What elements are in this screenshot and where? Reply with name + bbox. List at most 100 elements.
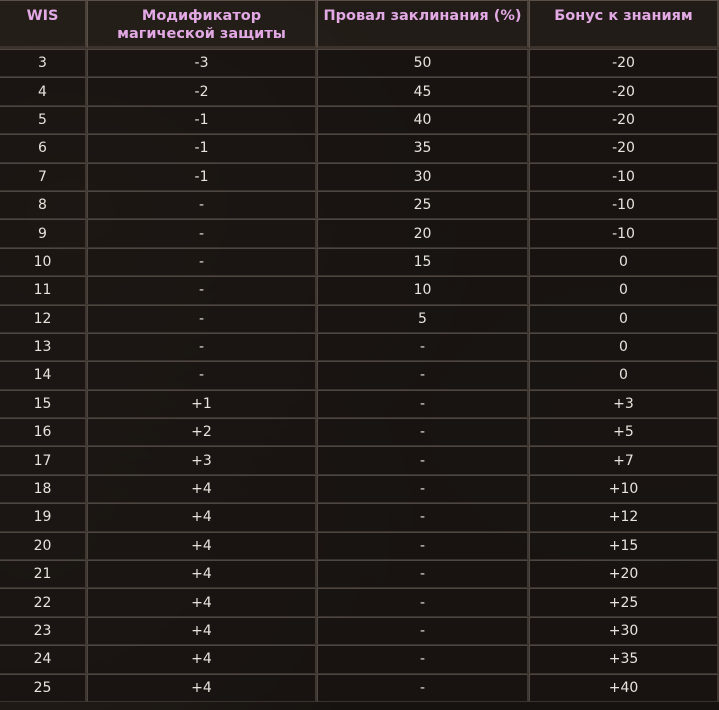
cell-lore-bonus: -10	[529, 219, 719, 248]
table-row: 16 +2- +5	[0, 418, 719, 447]
cell-wis: 9	[0, 219, 87, 248]
cell-wis: 21	[0, 560, 87, 589]
cell-wis: 12	[0, 304, 87, 333]
cell-magic-defense-modifier: -	[87, 190, 317, 220]
table-row: 11-10 0	[0, 276, 719, 305]
cell-lore-bonus: -10	[529, 190, 719, 220]
cell-wis: 25	[0, 673, 87, 702]
table-row: 12-5 0	[0, 304, 719, 333]
cell-magic-defense-modifier: +4	[87, 503, 317, 532]
table-header: WIS Модификатор магической защиты Провал…	[0, 0, 719, 49]
table-row: 13- -0	[0, 332, 719, 362]
cell-spell-failure: -	[317, 560, 529, 589]
cell-magic-defense-modifier: -	[87, 332, 317, 362]
cell-lore-bonus: +25	[529, 588, 719, 617]
table-row: 24 +4- +35	[0, 645, 719, 674]
cell-spell-failure: -	[317, 503, 529, 532]
cell-spell-failure: 35	[317, 134, 529, 163]
cell-lore-bonus: 0	[529, 332, 719, 362]
table-row: 8-25 -10	[0, 190, 719, 220]
header-lore-bonus: Бонус к знаниям	[529, 0, 719, 49]
cell-magic-defense-modifier: +4	[87, 673, 317, 702]
cell-wis: 23	[0, 616, 87, 646]
cell-magic-defense-modifier: +3	[87, 446, 317, 475]
cell-lore-bonus: 0	[529, 247, 719, 277]
cell-wis: 24	[0, 645, 87, 674]
cell-magic-defense-modifier: -	[87, 247, 317, 277]
cell-lore-bonus: -20	[529, 77, 719, 106]
cell-wis: 4	[0, 77, 87, 106]
cell-magic-defense-modifier: +4	[87, 616, 317, 646]
table-row: 5 -1 40 -20	[0, 105, 719, 135]
cell-magic-defense-modifier: +4	[87, 645, 317, 674]
table-row: 17 +3- +7	[0, 446, 719, 475]
cell-spell-failure: 45	[317, 77, 529, 106]
cell-magic-defense-modifier: -	[87, 219, 317, 248]
cell-wis: 7	[0, 162, 87, 191]
cell-wis: 5	[0, 105, 87, 135]
table-row: 21 +4- +20	[0, 560, 719, 589]
header-spell-failure: Провал заклинания (%)	[317, 0, 529, 49]
cell-magic-defense-modifier: -2	[87, 77, 317, 106]
cell-spell-failure: -	[317, 474, 529, 504]
cell-spell-failure: -	[317, 332, 529, 362]
table-row: 7 -1 30 -10	[0, 162, 719, 191]
header-wis: WIS	[0, 0, 87, 49]
table-row: 20 +4- +15	[0, 531, 719, 561]
cell-spell-failure: 25	[317, 190, 529, 220]
cell-magic-defense-modifier: +4	[87, 531, 317, 561]
cell-wis: 10	[0, 247, 87, 277]
header-row: WIS Модификатор магической защиты Провал…	[0, 0, 719, 49]
cell-spell-failure: 30	[317, 162, 529, 191]
cell-wis: 3	[0, 49, 87, 78]
cell-lore-bonus: 0	[529, 304, 719, 333]
cell-lore-bonus: -20	[529, 49, 719, 78]
cell-spell-failure: -	[317, 616, 529, 646]
cell-spell-failure: 40	[317, 105, 529, 135]
cell-lore-bonus: +12	[529, 503, 719, 532]
cell-lore-bonus: +20	[529, 560, 719, 589]
cell-magic-defense-modifier: -1	[87, 162, 317, 191]
cell-lore-bonus: +15	[529, 531, 719, 561]
wisdom-table: WIS Модификатор магической защиты Провал…	[0, 0, 719, 702]
table-row: 6 -1 35 -20	[0, 134, 719, 163]
cell-magic-defense-modifier: +4	[87, 588, 317, 617]
cell-wis: 14	[0, 361, 87, 390]
table-row: 15 +1- +3	[0, 389, 719, 419]
table-row: 10-15 0	[0, 247, 719, 277]
cell-spell-failure: 20	[317, 219, 529, 248]
cell-lore-bonus: +40	[529, 673, 719, 702]
table-row: 19 +4- +12	[0, 503, 719, 532]
header-magic-defense-modifier: Модификатор магической защиты	[87, 0, 317, 49]
cell-wis: 18	[0, 474, 87, 504]
cell-spell-failure: -	[317, 418, 529, 447]
cell-lore-bonus: +3	[529, 389, 719, 419]
cell-spell-failure: -	[317, 361, 529, 390]
cell-spell-failure: -	[317, 588, 529, 617]
table-row: 25 +4- +40	[0, 673, 719, 702]
cell-magic-defense-modifier: +4	[87, 474, 317, 504]
cell-wis: 16	[0, 418, 87, 447]
cell-lore-bonus: +5	[529, 418, 719, 447]
cell-lore-bonus: +30	[529, 616, 719, 646]
table-row: 23 +4- +30	[0, 616, 719, 646]
cell-wis: 19	[0, 503, 87, 532]
cell-wis: 20	[0, 531, 87, 561]
cell-lore-bonus: -20	[529, 134, 719, 163]
cell-magic-defense-modifier: +1	[87, 389, 317, 419]
table-body: 3 -3 50 -20 4 -2 45 -20 5 -1 40 -20 6 -1 35 -20 7 -1 30 -10…	[0, 49, 719, 702]
cell-lore-bonus: +7	[529, 446, 719, 475]
cell-spell-failure: 10	[317, 276, 529, 305]
cell-wis: 15	[0, 389, 87, 419]
cell-wis: 11	[0, 276, 87, 305]
cell-magic-defense-modifier: -1	[87, 134, 317, 163]
cell-magic-defense-modifier: +4	[87, 560, 317, 589]
cell-wis: 13	[0, 332, 87, 362]
cell-spell-failure: 15	[317, 247, 529, 277]
cell-wis: 22	[0, 588, 87, 617]
cell-magic-defense-modifier: +2	[87, 418, 317, 447]
cell-wis: 8	[0, 190, 87, 220]
cell-lore-bonus: -20	[529, 105, 719, 135]
cell-lore-bonus: -10	[529, 162, 719, 191]
cell-magic-defense-modifier: -	[87, 361, 317, 390]
